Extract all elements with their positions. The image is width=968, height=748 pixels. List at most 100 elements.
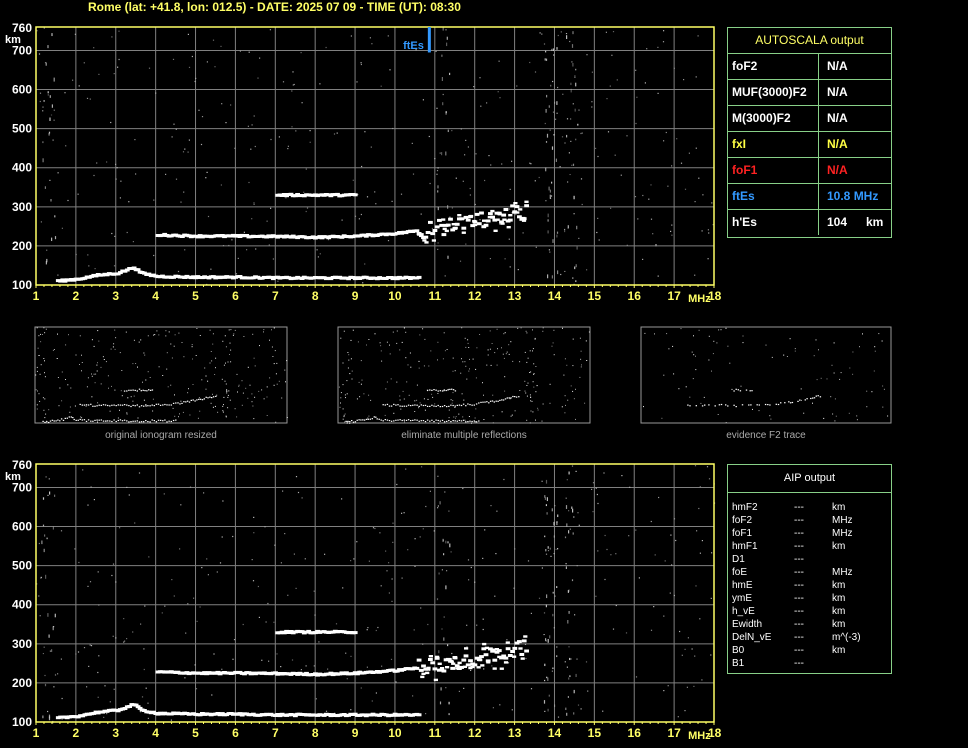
noise-band-dot [569, 528, 571, 530]
noise-dot [138, 472, 141, 474]
noise-dot [350, 709, 352, 711]
noise-dot [553, 627, 555, 629]
thumbnail-trace [777, 403, 780, 406]
autoscala-unit: km [866, 215, 884, 229]
thumbnail-noise [434, 403, 436, 405]
thumbnail-trace [145, 420, 147, 422]
noise-dot [222, 500, 224, 502]
thumbnail-noise [273, 327, 275, 329]
noise-dot [113, 265, 116, 267]
noise-dot [517, 269, 519, 271]
thumbnail-trace [358, 419, 360, 421]
noise-band-dot [575, 280, 577, 283]
thumbnail-noise [57, 377, 59, 378]
noise-dot [250, 148, 252, 150]
thumbnail-noise [786, 356, 788, 357]
noise-dot [345, 652, 347, 654]
noise-dot [375, 203, 377, 205]
thumbnail-noise [464, 419, 466, 421]
thumbnail-trace [704, 404, 706, 406]
noise-dot [663, 30, 665, 32]
thumbnail-frame [337, 326, 591, 424]
thumbnail-noise [695, 355, 696, 357]
thumbnail-trace [751, 390, 753, 392]
aip-row: foF1 --- MHz [728, 527, 891, 540]
thumbnail-noise [179, 413, 180, 415]
noise-dot [710, 597, 712, 599]
noise-dot [165, 173, 167, 175]
noise-dot [396, 483, 398, 486]
noise-band-dot [437, 167, 439, 169]
thumbnail-trace [130, 421, 132, 423]
thumbnail-frame [640, 326, 892, 424]
noise-dot [301, 497, 303, 499]
thumbnail-trace [362, 419, 364, 421]
thumbnail-trace [157, 403, 160, 405]
x-tick-label: 11 [428, 289, 441, 303]
noise-dot [435, 50, 437, 52]
trace-point [483, 223, 489, 227]
noise-band-dot [573, 516, 575, 518]
thumbnail-noise [253, 357, 255, 359]
noise-band-dot [575, 138, 577, 141]
thumbnail-band [40, 364, 42, 366]
noise-dot [98, 73, 100, 75]
noise-band-dot [567, 227, 569, 230]
thumbnail-trace [475, 403, 478, 405]
thumbnail-noise [189, 414, 191, 416]
noise-dot [257, 77, 259, 79]
thumbnail-noise [385, 388, 387, 390]
thumbnail-trace [100, 404, 102, 406]
thumbnail-trace [155, 403, 158, 405]
noise-dot [604, 534, 606, 537]
thumbnail-trace [449, 388, 451, 390]
thumbnail-trace [467, 421, 469, 423]
trace-point [453, 657, 458, 660]
thumbnail-trace [205, 396, 207, 398]
x-tick-label: 13 [508, 726, 522, 740]
noise-dot [199, 606, 201, 608]
thumbnail-frame [34, 326, 288, 424]
noise-dot [336, 132, 338, 134]
thumbnail-trace [414, 419, 416, 421]
thumbnail-trace [701, 405, 704, 407]
noise-dot [591, 488, 593, 490]
thumbnail-band [38, 355, 40, 356]
aip-unit: km [832, 645, 846, 656]
thumbnail-trace [390, 405, 393, 407]
noise-dot [346, 678, 348, 680]
aip-value: --- [794, 593, 804, 604]
thumbnail-band [226, 392, 228, 394]
noise-dot [291, 659, 294, 661]
thumbnail-noise [502, 353, 504, 355]
noise-dot [506, 639, 508, 641]
noise-dot [442, 93, 444, 96]
thumbnail-noise [454, 407, 456, 408]
thumbnail-trace [388, 420, 391, 422]
thumbnail-noise [410, 366, 412, 368]
thumbnail-noise [783, 354, 785, 356]
thumbnail-noise [399, 349, 401, 351]
noise-dot [350, 35, 352, 37]
noise-dot [206, 558, 208, 560]
thumbnail-noise [276, 383, 278, 385]
noise-dot [482, 628, 484, 631]
thumbnail-noise [695, 369, 697, 371]
autoscala-value: N/A [827, 163, 848, 177]
noise-dot [597, 155, 599, 158]
noise-dot [694, 465, 697, 467]
thumbnail-noise [789, 338, 791, 340]
thumbnail-noise [143, 352, 145, 354]
thumbnail-trace [454, 405, 456, 407]
noise-dot [40, 221, 42, 223]
thumbnail-noise [465, 346, 467, 348]
thumbnail-trace [695, 405, 697, 407]
thumbnail-trace [460, 420, 463, 422]
thumbnail-noise [405, 357, 407, 359]
trace-point [519, 653, 525, 656]
noise-band-dot [568, 589, 570, 592]
noise-dot [317, 256, 319, 258]
thumbnail-trace [426, 389, 429, 391]
thumbnail-trace [147, 421, 149, 423]
noise-band-dot [545, 504, 547, 507]
